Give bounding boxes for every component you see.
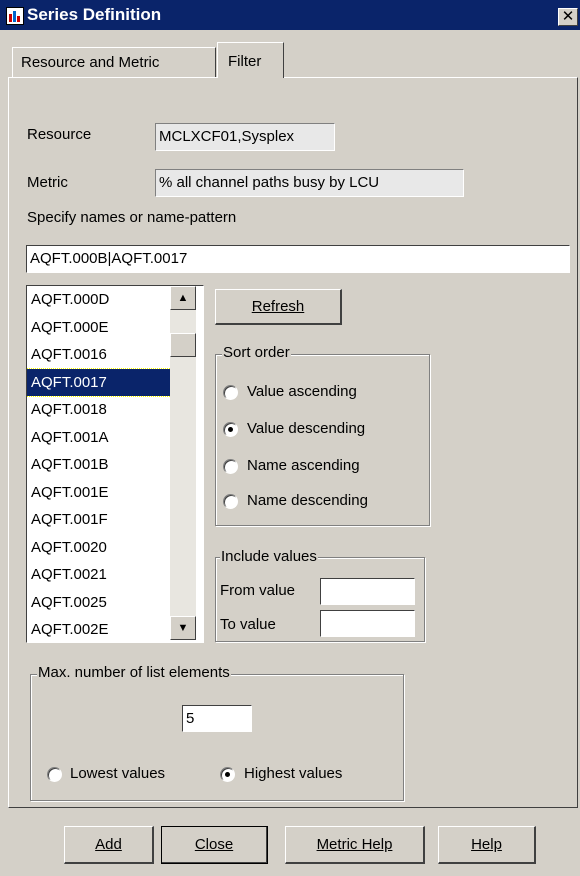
sort-name-descending-label: Name descending — [247, 492, 368, 509]
close-button[interactable]: Close — [161, 826, 268, 864]
app-icon — [6, 7, 24, 25]
to-value-input[interactable] — [320, 610, 415, 637]
sort-value-ascending-radio[interactable] — [223, 385, 238, 400]
help-button[interactable]: Help — [438, 826, 536, 864]
sort-value-ascending-label: Value ascending — [247, 383, 357, 400]
include-values-legend: Include values — [220, 548, 318, 565]
list-item[interactable]: AQFT.001E — [27, 479, 171, 507]
list-item[interactable]: AQFT.0020 — [27, 534, 171, 562]
scroll-thumb[interactable] — [170, 333, 196, 357]
sort-name-ascending-radio[interactable] — [223, 459, 238, 474]
to-value-label: To value — [220, 616, 276, 633]
sort-name-descending-radio[interactable] — [223, 494, 238, 509]
highest-values-radio[interactable] — [220, 767, 235, 782]
list-item[interactable]: AQFT.0025 — [27, 589, 171, 617]
tab-filter[interactable]: Filter — [217, 42, 284, 78]
resource-label: Resource — [27, 126, 92, 143]
sort-value-descending-radio[interactable] — [223, 422, 238, 437]
tab-resource-and-metric[interactable]: Resource and Metric — [12, 47, 216, 77]
lowest-values-radio[interactable] — [47, 767, 62, 782]
list-item[interactable]: AQFT.000E — [27, 314, 171, 342]
names-pattern-label: Specify names or name-pattern — [27, 209, 237, 226]
list-item[interactable]: AQFT.000D — [27, 286, 171, 314]
list-item[interactable]: AQFT.001B — [27, 451, 171, 479]
sort-name-ascending-label: Name ascending — [247, 457, 360, 474]
from-value-input[interactable] — [320, 578, 415, 605]
list-item[interactable]: AQFT.002E — [27, 616, 171, 642]
from-value-label: From value — [220, 582, 296, 599]
refresh-button[interactable]: Refresh — [215, 289, 342, 325]
metric-field: % all channel paths busy by LCU — [155, 169, 464, 197]
add-button[interactable]: Add — [64, 826, 154, 864]
list-item[interactable]: AQFT.0021 — [27, 561, 171, 589]
resource-field: MCLXCF01,Sysplex — [155, 123, 335, 151]
title-bar: Series Definition ✕ — [0, 0, 580, 30]
scroll-down-icon[interactable]: ▼ — [170, 616, 196, 640]
window-title: Series Definition — [27, 5, 162, 24]
metric-label: Metric — [27, 174, 68, 191]
list-item[interactable]: AQFT.001A — [27, 424, 171, 452]
max-elements-input[interactable]: 5 — [182, 705, 252, 732]
sort-value-descending-label: Value descending — [247, 420, 366, 437]
names-pattern-input[interactable]: AQFT.000B|AQFT.0017 — [26, 245, 570, 273]
list-item-selected[interactable]: AQFT.0017 — [27, 367, 172, 397]
sort-order-legend: Sort order — [222, 344, 291, 361]
highest-values-label: Highest values — [244, 765, 343, 782]
lowest-values-label: Lowest values — [70, 765, 166, 782]
list-scrollbar[interactable]: ▲ ▼ — [170, 286, 196, 640]
list-item[interactable]: AQFT.001F — [27, 506, 171, 534]
scroll-up-icon[interactable]: ▲ — [170, 286, 196, 310]
list-item[interactable]: AQFT.0018 — [27, 396, 171, 424]
close-icon[interactable]: ✕ — [558, 8, 578, 26]
list-item[interactable]: AQFT.0016 — [27, 341, 171, 369]
metric-help-button[interactable]: Metric Help — [285, 826, 425, 864]
max-list-elements-legend: Max. number of list elements — [37, 664, 231, 681]
